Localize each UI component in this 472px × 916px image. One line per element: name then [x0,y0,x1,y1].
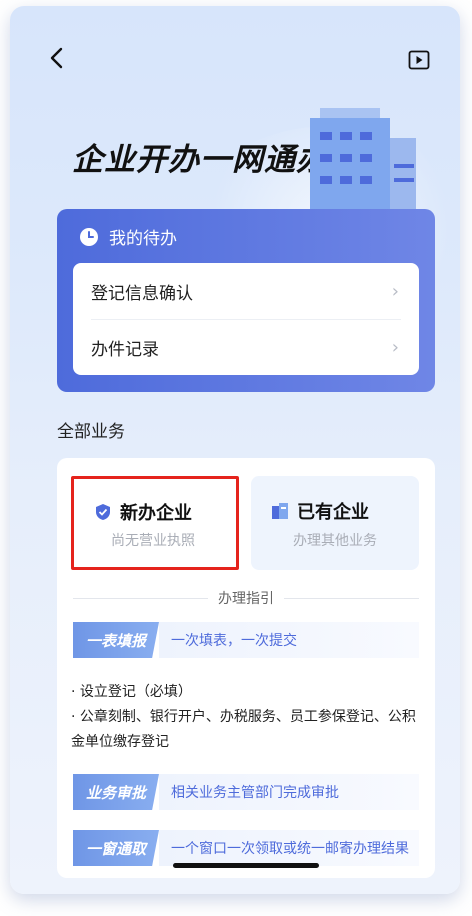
step-desc: 一个窗口一次领取或统一邮寄办理结果 [159,830,419,866]
step-desc: 相关业务主管部门完成审批 [159,774,419,810]
shield-check-icon [96,504,110,520]
chevron-right-icon: › [391,280,399,302]
detail-line: · 设立登记（必填） [71,684,192,700]
divider [73,597,208,599]
todo-card: 我的待办 登记信息确认 › 办件记录 › [57,209,435,392]
todo-item-label: 登记信息确认 [91,283,193,304]
document-icon [272,503,288,519]
guide-header: 办理指引 [73,588,419,608]
todo-header: 我的待办 [79,224,177,249]
detail-line: · 公章刻制、银行开户、办税服务、员工参保登记、公积金单位缴存登记 [71,709,416,750]
guide-title: 办理指引 [218,591,274,607]
step-pickup: 一窗通取 一个窗口一次领取或统一邮寄办理结果 [73,830,419,866]
clock-icon [80,227,98,246]
todo-item-records[interactable]: 办件记录 › [73,319,419,375]
step-approval: 业务审批 相关业务主管部门完成审批 [73,774,419,810]
todo-item-register-confirm[interactable]: 登记信息确认 › [73,263,419,319]
tile-title: 已有企业 [271,498,369,524]
tile-title: 新办企业 [94,499,192,525]
step-tag: 业务审批 [73,774,159,810]
tile-subtitle: 尚无营业执照 [111,533,195,549]
step-tag: 一窗通取 [73,830,159,866]
business-card: 新办企业 尚无营业执照 已有企业 办理其他业务 办理指引 一表填报 一次填表，一… [57,458,435,878]
step-desc: 一次填表，一次提交 [159,622,419,658]
divider [284,597,419,599]
back-arrow-icon[interactable] [46,46,70,70]
phone-frame: 企业开办一网通办 我的待办 登记信息确认 › 办件记录 › 全部业务 新办企业 … [10,6,460,894]
building-illustration-icon [310,108,416,216]
chevron-right-icon: › [391,336,399,358]
step-tag: 一表填报 [73,622,159,658]
todo-title: 我的待办 [109,229,177,249]
section-title-all-business: 全部业务 [57,422,125,442]
todo-item-label: 办件记录 [91,339,159,360]
tile-title-text: 已有企业 [297,502,369,523]
tile-subtitle: 办理其他业务 [293,533,377,549]
tile-new-enterprise[interactable]: 新办企业 尚无营业执照 [71,476,239,570]
home-indicator[interactable] [173,863,319,868]
todo-list: 登记信息确认 › 办件记录 › [73,263,419,375]
play-video-icon[interactable] [408,50,430,70]
tile-existing-enterprise[interactable]: 已有企业 办理其他业务 [251,476,419,570]
tile-title-text: 新办企业 [120,503,192,524]
step-fill-form: 一表填报 一次填表，一次提交 [73,622,419,658]
